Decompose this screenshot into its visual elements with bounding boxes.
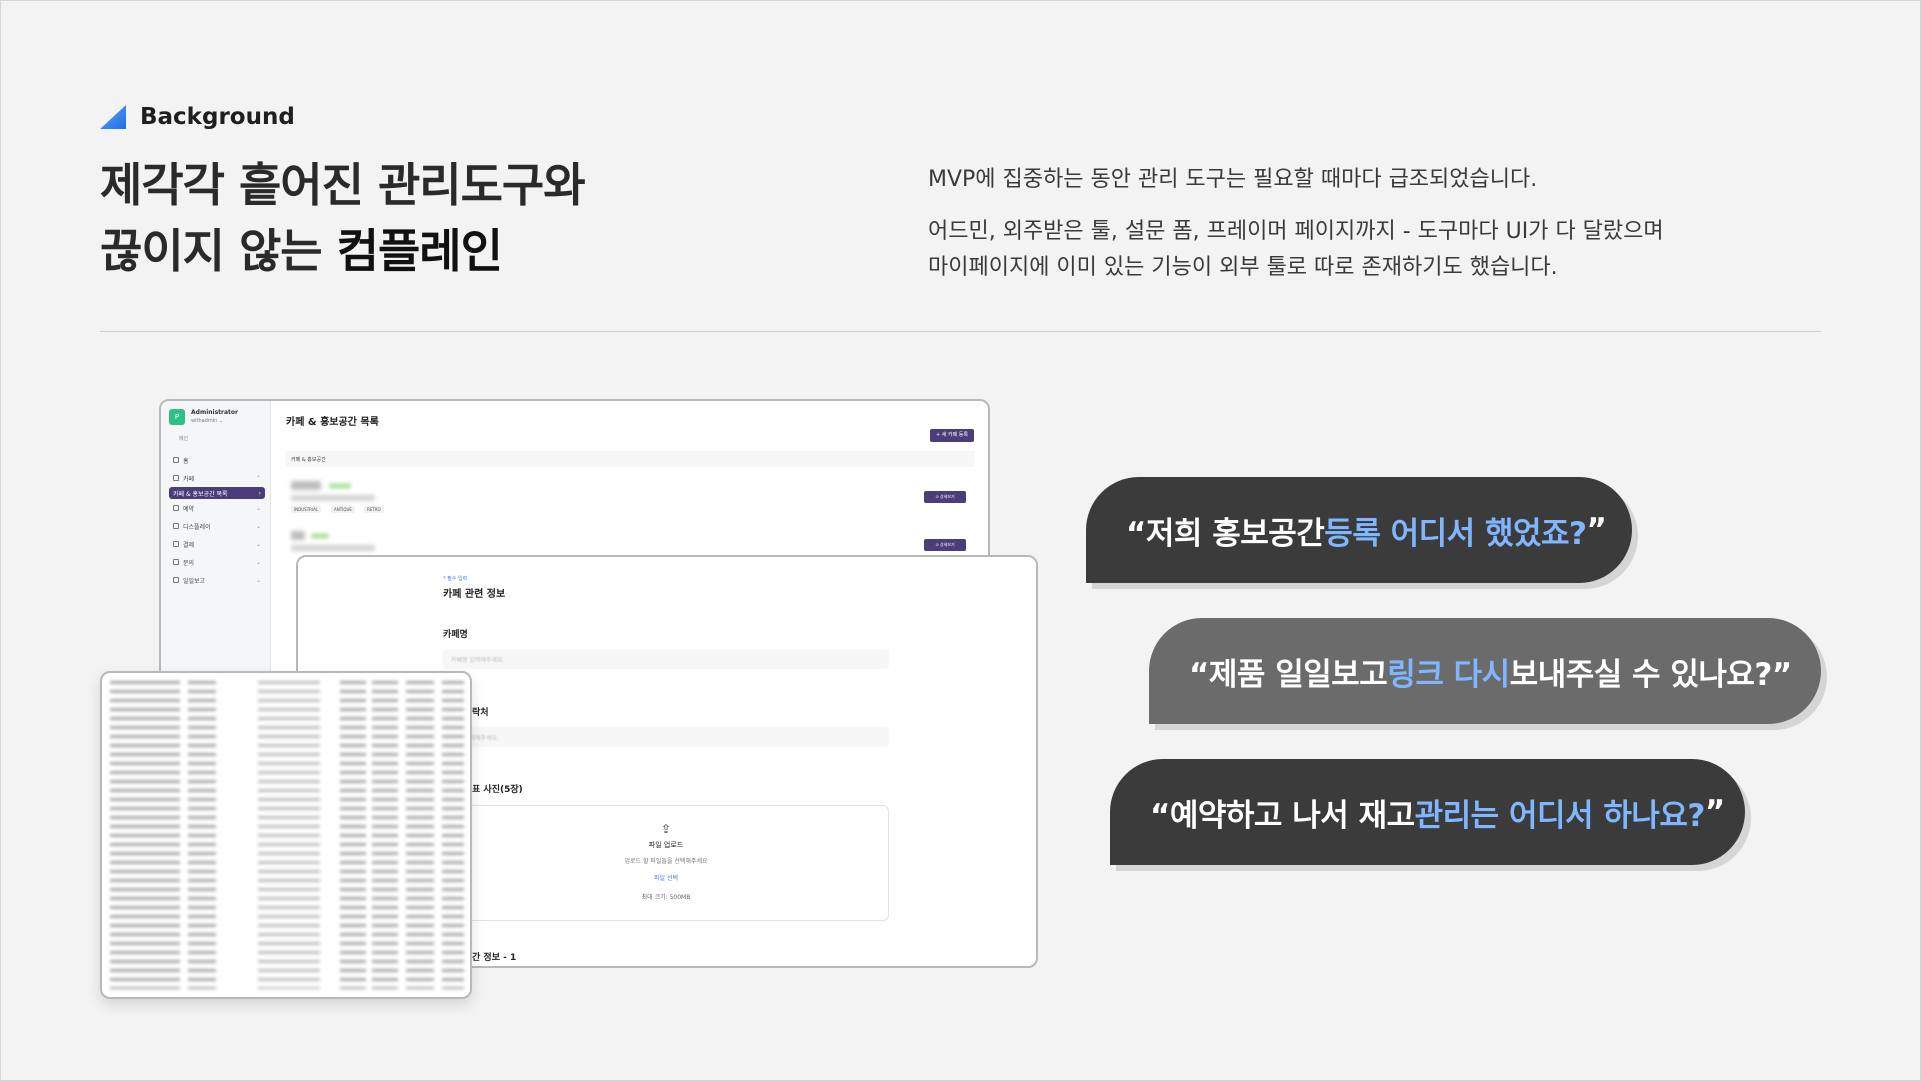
bubble-prefix: “제품 일일보고 [1189,656,1388,693]
sheet-column [406,681,434,989]
sidebar-item-label: 홈 [183,457,189,465]
chevron-down-icon: ⌄ [255,504,261,512]
detail-button[interactable]: ⊙ 상세보기 [924,539,966,551]
sidebar-item-label: 카페 & 홍보공간 목록 [173,490,228,498]
chevron-up-icon: ⌃ [255,474,261,482]
section-tag: Background [100,104,295,130]
admin-page-title: 카페 & 홍보공간 목록 [286,417,379,428]
chevron-right-icon: › [258,489,261,497]
triangle-icon [100,105,126,129]
required-note: * 필수 입력 [443,576,468,582]
upload-description: 업로드 할 파일들을 선택해주세요 [624,858,708,865]
file-select-link[interactable]: 파일 선택 [444,873,888,882]
spreadsheet-window [100,671,472,999]
home-icon [173,456,179,463]
bubble-suffix: ” [1586,512,1607,548]
admin-name: Administrator [191,409,238,416]
contact-label: 락처 [472,708,489,718]
complaint-bubble-3: “예약하고 나서 재고 관리는 어디서 하나요?” [1110,759,1745,865]
document-icon [173,504,179,511]
sidebar-menu: 홈 카페 ⌃ 카페 & 홍보공간 목록 › 예약 ⌄ 디스플레이 ⌄ 결제 ⌄ 문의 ⌄ 일… [169,451,265,589]
complaint-bubble-2: “제품 일일보고 링크 다시 보내주실 수 있나요?” [1149,618,1821,724]
bubble-highlight: 등록 어디서 했었죠? [1324,515,1587,552]
sheet-column [442,681,464,989]
headline-line-2: 끊이지 않는 컴플레인 [100,218,585,284]
question-icon [173,558,179,565]
sidebar-item-label: 디스플레이 [183,523,211,531]
card-icon [173,540,179,547]
sidebar-item-label: 예약 [183,505,195,513]
tag-chip: INDUSTRIAL [291,506,322,513]
chevron-down-icon: ⌄ [255,558,261,566]
tag-chip: ANTIQUE [331,506,355,513]
headline-line-2-bold: 컴플레인 [336,224,503,278]
sheet-column [110,681,180,989]
sidebar-item-daily-report[interactable]: 일일보고 ⌄ [169,571,265,589]
description-line-3: 마이페이지에 이미 있는 기능이 외부 툴로 따로 존재하기도 했습니다. [928,255,1558,280]
bubble-prefix: “저희 홍보공간 [1126,515,1325,552]
bubble-highlight: 관리는 어디서 하나요? [1414,797,1706,834]
list-subheader: 카페 & 홍보공간 [285,451,975,467]
report-icon [173,576,179,583]
headline: 제각각 흩어진 관리도구와 끊이지 않는 컴플레인 [100,152,586,284]
form-section-title: 카페 관련 정보 [443,589,506,600]
sidebar-item-label: 결제 [183,541,195,549]
sheet-column [188,681,216,989]
bubble-suffix: 보내주실 수 있나요?” [1509,656,1793,693]
blurred-row-subtitle [291,545,375,551]
upload-size-limit: 최대 크기: 500MB [641,894,691,901]
divider [100,331,1821,332]
blurred-spreadsheet [110,681,464,989]
sidebar-heading: 메인 [179,436,189,442]
chevron-down-icon: ⌄ [255,576,261,584]
photo-label: 표 사진(5장) [472,785,523,795]
sheet-column [340,681,366,989]
space-info-label: 간 정보 - 1 [472,953,517,963]
blurred-row-subtitle [291,495,375,501]
blurred-row-title [291,481,321,490]
description: MVP에 집중하는 동안 관리 도구는 필요할 때마다 급조되었습니다. 어드민… [928,162,1788,286]
sidebar-item-label: 일일보고 [183,577,206,585]
sheet-column [372,681,398,989]
admin-id[interactable]: withadmin ⌄ [191,418,223,424]
bubble-highlight: 링크 다시 [1387,656,1510,693]
blurred-status-badge [311,533,329,539]
sidebar-item-cafe-list[interactable]: 카페 & 홍보공간 목록 › [169,487,265,499]
detail-button[interactable]: ⊙ 상세보기 [924,491,966,503]
sidebar-item-cafe[interactable]: 카페 ⌃ [169,469,265,487]
tag-chip: RETRO [364,506,384,513]
sidebar-item-inquiry[interactable]: 문의 ⌄ [169,553,265,571]
section-label: Background [140,104,295,130]
contact-input[interactable]: 락처 입력해주세요. [443,727,889,747]
sidebar-item-display[interactable]: 디스플레이 ⌄ [169,517,265,535]
description-line-2: 어드민, 외주받은 툴, 설문 폼, 프레이머 페이지까지 - 도구마다 UI가… [928,219,1664,244]
sidebar-item-reservation[interactable]: 예약 ⌄ [169,499,265,517]
folder-icon [173,474,179,481]
sheet-column [258,681,320,989]
admin-sidebar: P Administrator withadmin ⌄ 메인 홈 카페 ⌃ 카페 … [161,401,271,697]
chevron-down-icon: ⌄ [255,522,261,530]
bubble-prefix: “예약하고 나서 재고 [1150,797,1415,834]
blurred-status-badge [329,483,351,489]
sidebar-item-label: 카페 [183,475,195,483]
headline-line-1: 제각각 흩어진 관리도구와 [100,158,586,212]
monitor-icon [173,522,179,529]
upload-icon: ⇪ [660,822,672,836]
chevron-down-icon: ⌄ [255,540,261,548]
sidebar-item-payment[interactable]: 결제 ⌄ [169,535,265,553]
sidebar-item-home[interactable]: 홈 [169,451,265,469]
sidebar-item-label: 문의 [183,559,195,567]
complaint-bubble-1: “저희 홍보공간 등록 어디서 했었죠?” [1086,477,1632,583]
description-lead: MVP에 집중하는 동안 관리 도구는 필요할 때마다 급조되었습니다. [928,167,1538,192]
blurred-row-title [291,531,305,540]
new-cafe-button[interactable]: + 새 카페 등록 [930,429,974,442]
cafe-name-input[interactable]: 카페명 입력해주세요. [443,649,889,669]
upload-title: 파일 업로드 [648,841,684,849]
cafe-name-label: 카페명 [443,630,468,640]
headline-line-2-prefix: 끊이지 않는 [100,224,337,278]
bubble-suffix: ” [1704,794,1725,830]
file-upload-zone[interactable]: ⇪ 파일 업로드 업로드 할 파일들을 선택해주세요 파일 선택 최대 크기: … [443,805,889,921]
admin-logo: P [169,409,185,425]
